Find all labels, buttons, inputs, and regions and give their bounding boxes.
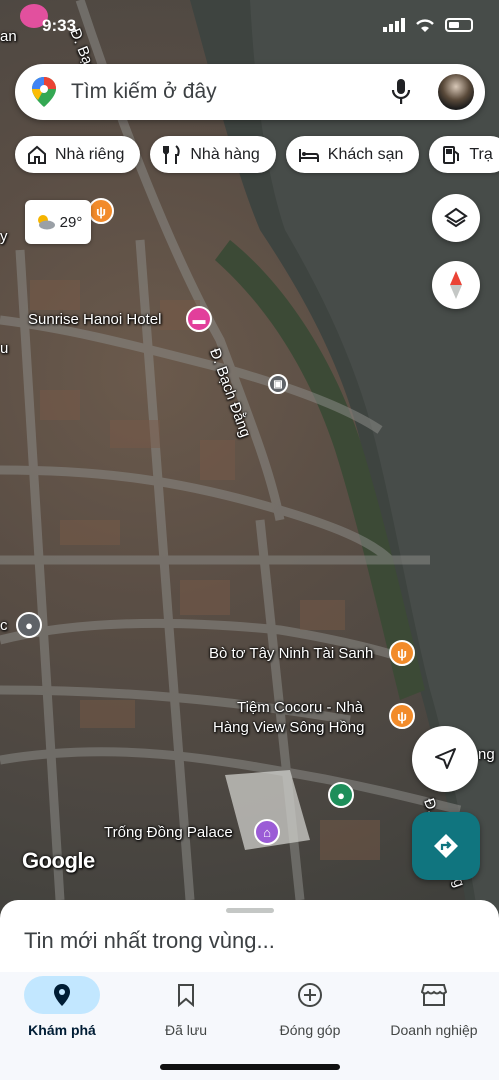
account-avatar[interactable] — [438, 74, 474, 110]
chip-label: Nhà hàng — [190, 145, 260, 163]
search-input[interactable]: Tìm kiếm ở đây — [71, 80, 390, 104]
hotel-pin-icon[interactable]: ▬ — [186, 306, 212, 332]
my-location-button[interactable] — [412, 726, 478, 792]
edge-label: y — [0, 228, 8, 245]
hotel-label[interactable]: Sunrise Hanoi Hotel — [28, 311, 161, 329]
restaurant-pin-icon[interactable]: ψ — [88, 198, 114, 224]
compass-icon — [450, 271, 462, 299]
microphone-icon[interactable] — [390, 79, 412, 105]
tab-label: Khám phá — [28, 1022, 96, 1038]
wifi-icon — [416, 19, 434, 32]
tab-explore[interactable]: Khám phá — [7, 976, 117, 1038]
tab-saved[interactable]: Đã lưu — [131, 976, 241, 1038]
google-logo: Google — [22, 848, 95, 873]
tab-contribute[interactable]: Đóng góp — [255, 976, 365, 1038]
chip-hotels[interactable]: Khách sạn — [285, 136, 420, 173]
edge-label: ng — [478, 746, 495, 763]
weather-temp: 29° — [59, 213, 83, 231]
edge-label: c — [0, 617, 8, 634]
directions-button[interactable] — [412, 812, 480, 880]
tab-business[interactable]: Doanh nghiệp — [379, 976, 489, 1038]
battery-icon — [445, 18, 473, 32]
home-indicator — [160, 1064, 340, 1070]
tab-label: Doanh nghiệp — [390, 1022, 478, 1038]
tab-label: Đóng góp — [279, 1022, 341, 1038]
poi-label[interactable]: Bò tơ Tây Ninh Tài Sanh — [209, 645, 373, 663]
chip-restaurants[interactable]: Nhà hàng — [150, 136, 276, 173]
restaurant-icon — [163, 144, 181, 164]
sheet-title: Tin mới nhất trong vùng... — [24, 928, 275, 953]
chip-gas[interactable]: Trạ — [429, 136, 499, 173]
poi-label[interactable]: Tiệm Cocoru - Nhà — [237, 699, 363, 717]
status-bar: 9:33 — [0, 0, 499, 52]
add-circle-icon — [298, 983, 322, 1007]
compass-button[interactable] — [432, 261, 480, 309]
layers-button[interactable] — [432, 194, 480, 242]
poi-label[interactable]: Hàng View Sông Hồng — [213, 719, 365, 737]
signal-icon — [383, 18, 405, 32]
bookmark-icon — [178, 984, 194, 1007]
venue-pin-icon[interactable]: ⌂ — [254, 819, 280, 845]
layers-icon — [444, 207, 468, 228]
restaurant-pin-icon[interactable]: ψ — [389, 703, 415, 729]
edge-label: u — [0, 340, 9, 357]
search-bar[interactable]: Tìm kiếm ở đây — [15, 64, 485, 120]
maps-logo-icon — [32, 77, 56, 107]
navigation-arrow-icon — [435, 748, 456, 769]
category-chips: Nhà riêng Nhà hàng Khách sạn Trạ — [15, 136, 499, 173]
weather-badge[interactable]: 29° — [25, 200, 91, 244]
chip-label: Nhà riêng — [55, 145, 125, 163]
explore-pin-icon — [54, 984, 70, 1006]
status-time: 9:33 — [42, 16, 77, 35]
directions-icon — [434, 834, 458, 858]
chip-label: Trạ — [469, 145, 493, 163]
storefront-icon — [421, 984, 447, 1006]
chip-label: Khách sạn — [327, 145, 404, 163]
place-pin-icon[interactable]: ● — [328, 782, 354, 808]
gas-station-icon — [443, 145, 460, 164]
bottom-sheet[interactable]: Tin mới nhất trong vùng... — [0, 900, 499, 972]
home-icon — [28, 145, 46, 164]
palace-label[interactable]: Trống Đồng Palace — [104, 824, 233, 842]
hotel-icon — [298, 148, 319, 162]
chip-home[interactable]: Nhà riêng — [15, 136, 141, 173]
bus-stop-icon[interactable]: ▣ — [268, 374, 288, 394]
sheet-drag-handle[interactable] — [226, 908, 274, 913]
tab-label: Đã lưu — [164, 1022, 208, 1038]
partly-cloudy-icon — [37, 215, 55, 230]
restaurant-pin-icon[interactable]: ψ — [389, 640, 415, 666]
place-pin-icon[interactable]: ● — [16, 612, 42, 638]
